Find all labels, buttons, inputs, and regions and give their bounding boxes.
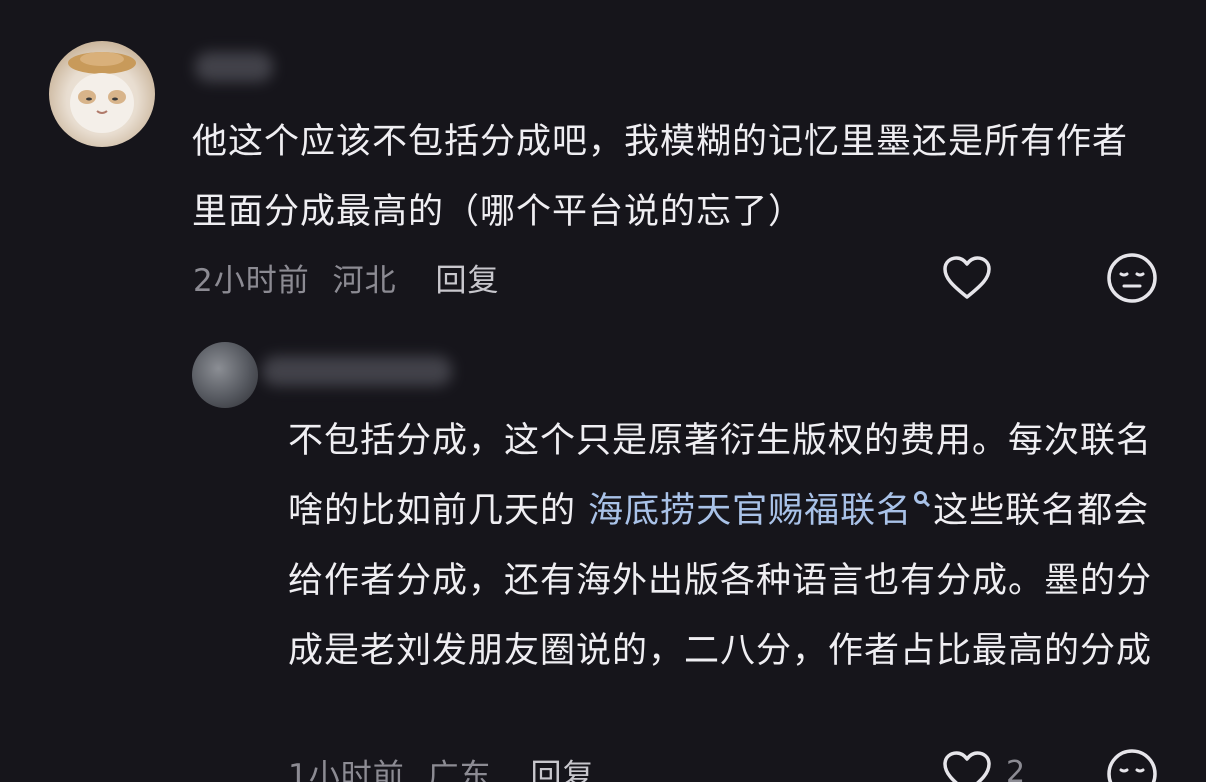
heart-outline-icon	[943, 751, 991, 782]
reply-reply-button[interactable]: 回复	[530, 758, 594, 782]
neutral-face-icon	[1107, 253, 1157, 303]
reply-time: 1小时前	[288, 758, 405, 782]
comment-text: 他这个应该不包括分成吧，我模糊的记忆里墨还是所有作者里面分成最高的（哪个平台说的…	[192, 122, 1129, 232]
comment-time: 2小时前	[193, 263, 310, 299]
reply-react-button[interactable]	[1106, 748, 1158, 782]
replier-avatar[interactable]	[192, 342, 258, 408]
search-link[interactable]: 海底捞天官赐福联名	[588, 491, 933, 531]
react-button[interactable]	[1106, 252, 1158, 308]
commenter-name-blurred[interactable]	[195, 52, 273, 82]
search-icon[interactable]	[914, 491, 928, 504]
search-link-text[interactable]: 海底捞天官赐福联名	[588, 491, 912, 531]
heart-outline-icon	[943, 256, 991, 299]
reply-text: 不包括分成，这个只是原著衍生版权的费用。每次联名啥的比如前几天的 海底捞天官赐福…	[288, 406, 1168, 686]
comment-location: 河北	[332, 263, 397, 299]
neutral-face-icon	[1107, 749, 1157, 782]
reply-button[interactable]: 回复	[435, 263, 499, 299]
reply-like-button[interactable]	[942, 750, 992, 782]
reply-location: 广东	[427, 758, 492, 782]
like-button[interactable]	[942, 255, 992, 305]
cat-avatar-image	[68, 52, 136, 133]
commenter-avatar[interactable]	[49, 41, 155, 147]
reply-like-count: 2	[1006, 755, 1026, 782]
replier-name-blurred[interactable]	[262, 356, 452, 386]
comment-meta: 2小时前 河北 回复	[193, 255, 499, 300]
reply-meta: 1小时前 广东 回复	[288, 750, 594, 782]
